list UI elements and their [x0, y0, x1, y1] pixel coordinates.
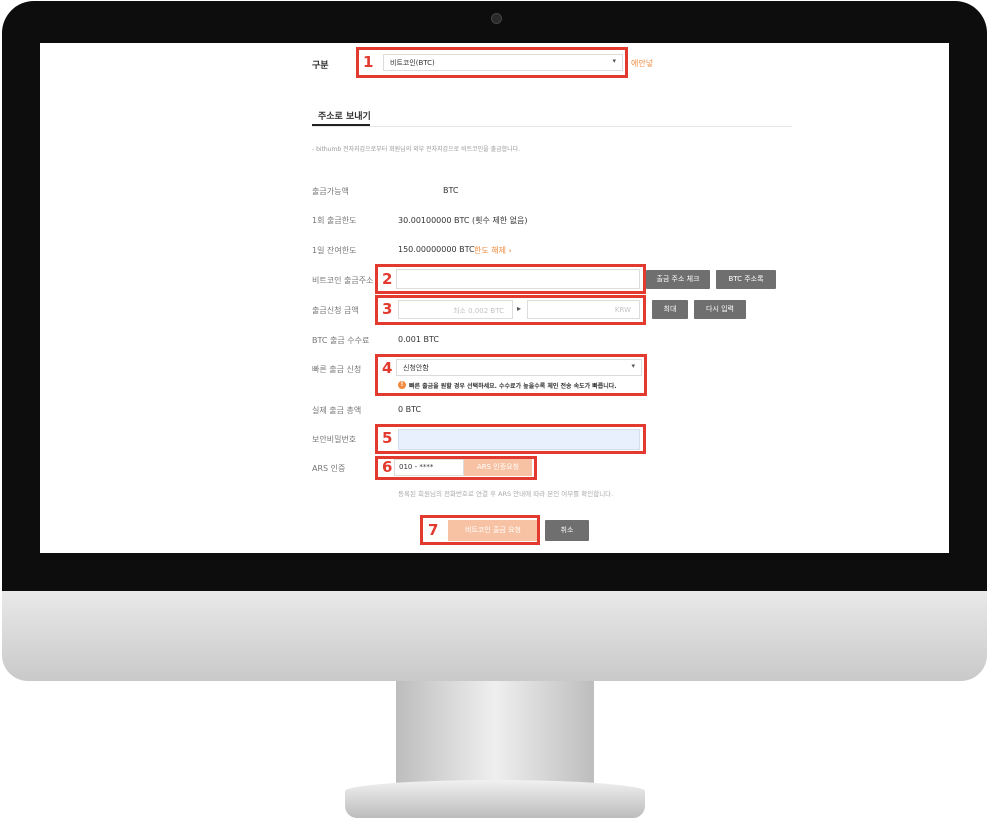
highlight-box-step-5: [375, 424, 646, 454]
divider: [312, 126, 792, 127]
available-value: BTC: [443, 186, 459, 195]
step-number-7: 7: [428, 521, 439, 539]
amount-label: 출금신청 금액: [312, 306, 359, 315]
address-label: 비트코인 출금주소: [312, 276, 374, 285]
check-address-button[interactable]: 출금 주소 체크: [646, 270, 710, 289]
camera-icon: [491, 13, 502, 24]
daily-limit-release-link[interactable]: 한도 해제 ›: [474, 245, 512, 256]
single-limit-value: 30.00100000 BTC (횟수 제한 없음): [398, 216, 528, 225]
fee-label: BTC 출금 수수료: [312, 336, 370, 345]
ars-label: ARS 인증: [312, 464, 346, 473]
monitor-stand-base: [345, 780, 645, 818]
reenter-button[interactable]: 다시 입력: [694, 300, 746, 319]
step-number-1: 1: [363, 53, 374, 71]
highlight-box-step-6: [375, 456, 537, 480]
step-number-6: 6: [382, 458, 393, 476]
fast-withdraw-label: 빠른 출금 신청: [312, 365, 362, 374]
step-number-5: 5: [382, 429, 393, 447]
actual-amount-label: 실제 출금 총액: [312, 406, 362, 415]
step-number-3: 3: [382, 300, 393, 318]
screen: 구분 비트코인(BTC) ▾ 에안넣 주소로 보내기 - bithumb 전자지…: [40, 43, 949, 553]
highlight-box-step-3: [375, 295, 646, 325]
category-label: 구분: [312, 61, 329, 71]
highlight-box-step-2: [375, 264, 646, 294]
fee-value: 0.001 BTC: [398, 335, 439, 344]
highlight-box-step-1: [356, 47, 628, 78]
btc-address-book-button[interactable]: BTC 주소록: [716, 270, 776, 289]
available-label: 출금가능액: [312, 187, 349, 196]
highlight-box-step-4: [375, 354, 647, 396]
monitor-chin: [2, 591, 987, 681]
cancel-button[interactable]: 취소: [545, 520, 589, 541]
actual-amount-value: 0 BTC: [398, 405, 422, 414]
tab-send-by-address[interactable]: 주소로 보내기: [318, 109, 371, 122]
daily-remaining-label: 1일 잔여한도: [312, 246, 357, 255]
withdraw-notice: - bithumb 전자지갑으로부터 회원님의 외부 전자지갑으로 비트코인을 …: [312, 146, 521, 153]
step-number-4: 4: [382, 359, 393, 377]
step-number-2: 2: [382, 270, 393, 288]
monitor-stand: [396, 681, 594, 786]
daily-remaining-value: 150.00000000 BTC: [398, 245, 475, 254]
security-password-label: 보안비밀번호: [312, 435, 357, 444]
max-button[interactable]: 최대: [652, 300, 688, 319]
coin-select-suffix: 에안넣: [631, 59, 654, 68]
single-limit-label: 1회 출금한도: [312, 216, 357, 225]
ars-notice: 등록된 회원님의 전화번호로 연결 후 ARS 안내에 따라 본인 여부를 확인…: [398, 490, 614, 498]
